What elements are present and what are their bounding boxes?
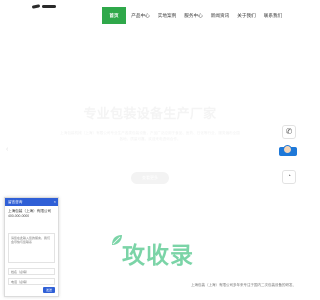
- nav-item-contact[interactable]: 联系我们: [261, 7, 285, 24]
- watermark: 攻收录: [122, 243, 194, 269]
- chat-header: 留言咨询 ×: [5, 198, 58, 206]
- site-header: 首页 产品中心 实地案例 服务中心 新闻资讯 关于我们 联系我们: [0, 0, 300, 30]
- chat-phone-number: 400-000-0000: [8, 214, 30, 218]
- chat-header-title: 留言咨询: [8, 200, 23, 204]
- prev-slide-icon[interactable]: ‹: [6, 146, 8, 153]
- customer-service-icon[interactable]: [279, 145, 297, 158]
- hero-title: 专业包装设备生产厂家: [83, 106, 217, 121]
- message-input[interactable]: [8, 233, 55, 263]
- chat-bubble-icon[interactable]: ◔: [282, 170, 296, 184]
- close-icon[interactable]: ×: [54, 198, 56, 206]
- main-nav: 首页 产品中心 实地案例 服务中心 新闻资讯 关于我们 联系我们: [102, 7, 288, 24]
- hero-more-button[interactable]: 查看更多: [131, 172, 169, 184]
- nav-item-cases[interactable]: 实地案例: [155, 7, 179, 24]
- chat-company-name: 上海包装（上海）有限公司: [8, 209, 52, 213]
- phone-icon[interactable]: ✆: [282, 125, 296, 139]
- chat-widget: 留言咨询 × 上海包装（上海）有限公司 400-000-0000 发送: [4, 197, 59, 297]
- name-field[interactable]: [8, 268, 55, 275]
- phone-field[interactable]: [8, 278, 55, 285]
- nav-item-about[interactable]: 关于我们: [235, 7, 259, 24]
- avatar: [283, 145, 292, 154]
- footer-text: 上海包装（上海）有限公司多年来专注于国内二次包装设备的研发、: [191, 283, 296, 287]
- nav-item-products[interactable]: 产品中心: [129, 7, 153, 24]
- nav-item-home[interactable]: 首页: [102, 7, 126, 24]
- logo[interactable]: [30, 4, 60, 11]
- send-button[interactable]: 发送: [43, 287, 55, 293]
- nav-item-service[interactable]: 服务中心: [182, 7, 206, 24]
- hero-subtitle: 上海包装机械（上海）有限公司专业生产各类包装设备，产品广泛应用于食品、医药、日化…: [60, 131, 240, 141]
- nav-item-news[interactable]: 新闻资讯: [208, 7, 232, 24]
